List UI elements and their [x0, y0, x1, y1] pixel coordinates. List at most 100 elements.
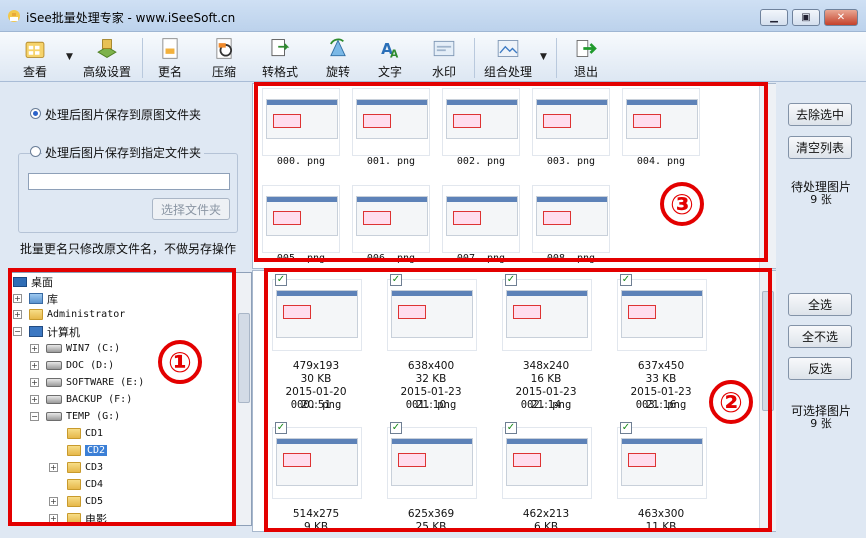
- expand-toggle[interactable]: +: [30, 361, 39, 370]
- tree-node-label: CD4: [85, 479, 104, 490]
- files-scrollbar[interactable]: [759, 271, 776, 531]
- thumbnail-image: [626, 99, 698, 139]
- expand-toggle[interactable]: +: [49, 463, 58, 472]
- toolbar-rotate-button[interactable]: 旋转: [318, 34, 358, 80]
- file-thumbnail[interactable]: [387, 427, 477, 499]
- tree-node-drive-f[interactable]: BACKUP (F:): [46, 391, 132, 408]
- pending-thumbnail[interactable]: [442, 185, 520, 253]
- tree-node-administrator[interactable]: Administrator: [29, 306, 125, 323]
- pending-thumbnail[interactable]: [532, 185, 610, 253]
- tree-node-cd3[interactable]: CD3: [67, 459, 103, 476]
- toolbar-convert-format-button[interactable]: 转格式: [256, 34, 304, 80]
- expand-toggle[interactable]: +: [49, 514, 58, 523]
- file-thumbnail[interactable]: [387, 279, 477, 351]
- collapse-toggle[interactable]: −: [13, 327, 22, 336]
- tree-node-cd2[interactable]: CD2: [67, 442, 108, 459]
- file-thumbnail[interactable]: [617, 427, 707, 499]
- toolbar-watermark-label: 水印: [431, 65, 456, 79]
- close-button[interactable]: ✕: [824, 9, 858, 26]
- tree-scrollbar-thumb[interactable]: [238, 313, 250, 403]
- pending-thumbnail[interactable]: [622, 88, 700, 156]
- combined-process-dropdown-icon[interactable]: ▼: [540, 52, 547, 62]
- file-name: 003. png: [635, 399, 687, 411]
- save-specified-radio[interactable]: [30, 146, 41, 157]
- tree-node-cd5[interactable]: CD5: [67, 493, 103, 510]
- file-thumbnail[interactable]: [502, 427, 592, 499]
- tree-node-library[interactable]: 库: [29, 290, 58, 307]
- file-bytes: 16 KB: [530, 373, 562, 385]
- pending-scrollbar[interactable]: [759, 84, 776, 268]
- maximize-button[interactable]: ▣: [792, 9, 820, 26]
- tree-node-movies[interactable]: 电影: [67, 510, 107, 525]
- file-size: 514x275: [292, 508, 340, 520]
- file-checkbox[interactable]: ✓: [390, 274, 402, 286]
- tree-node-computer[interactable]: 计算机: [29, 323, 80, 340]
- rename-note: 批量更名只修改原文件名，不做另存操作: [20, 242, 237, 256]
- file-thumbnail[interactable]: [272, 279, 362, 351]
- expand-toggle[interactable]: +: [13, 294, 22, 303]
- choose-folder-button[interactable]: 选择文件夹: [152, 198, 230, 220]
- thumbnail-image: [621, 290, 703, 338]
- file-checkbox[interactable]: ✓: [390, 422, 402, 434]
- toolbar-exit-label: 退出: [573, 65, 598, 79]
- collapse-toggle[interactable]: −: [30, 412, 39, 421]
- toolbar-advanced-settings-button[interactable]: 高级设置: [80, 34, 134, 80]
- file-checkbox[interactable]: ✓: [505, 274, 517, 286]
- expand-toggle[interactable]: +: [30, 344, 39, 353]
- tree-node-drive-d[interactable]: DOC (D:): [46, 357, 114, 374]
- file-thumbnail[interactable]: [617, 279, 707, 351]
- expand-toggle[interactable]: +: [30, 378, 39, 387]
- tree-node-drive-g[interactable]: TEMP (G:): [46, 408, 120, 425]
- pending-thumbnail[interactable]: [352, 88, 430, 156]
- file-checkbox[interactable]: ✓: [620, 422, 632, 434]
- toolbar-compress-button[interactable]: 压缩: [204, 34, 244, 80]
- file-size: 637x450: [637, 360, 685, 372]
- folder-tree: 桌面 + 库 + Administrator − 计算机 + WIN7 (C:)…: [10, 272, 252, 526]
- toolbar-text-button[interactable]: AA 文字: [370, 34, 410, 80]
- toolbar-exit-button[interactable]: 退出: [566, 34, 606, 80]
- remove-selected-button[interactable]: 去除选中: [788, 103, 852, 126]
- select-all-button[interactable]: 全选: [788, 293, 852, 316]
- file-checkbox[interactable]: ✓: [275, 274, 287, 286]
- toolbar-rename-button[interactable]: 更名: [150, 34, 190, 80]
- select-none-button[interactable]: 全不选: [788, 325, 852, 348]
- file-checkbox[interactable]: ✓: [505, 422, 517, 434]
- tree-node-drive-c[interactable]: WIN7 (C:): [46, 340, 120, 357]
- pending-file-name: 007. png: [456, 253, 506, 264]
- exit-icon: [576, 40, 597, 57]
- file-thumbnail[interactable]: [502, 279, 592, 351]
- expand-toggle[interactable]: +: [30, 395, 39, 404]
- expand-toggle[interactable]: +: [13, 310, 22, 319]
- file-thumbnail[interactable]: [272, 427, 362, 499]
- pending-thumbnail[interactable]: [262, 185, 340, 253]
- tree-node-drive-e[interactable]: SOFTWARE (E:): [46, 374, 144, 391]
- pending-thumbnail[interactable]: [532, 88, 610, 156]
- close-icon: ✕: [836, 12, 846, 23]
- pending-thumbnail[interactable]: [262, 88, 340, 156]
- file-bytes: 32 KB: [415, 373, 447, 385]
- pending-thumbnail[interactable]: [352, 185, 430, 253]
- tree-node-cd4[interactable]: CD4: [67, 476, 103, 493]
- pending-count: 9 张: [810, 193, 832, 206]
- tree-node-desktop[interactable]: 桌面: [13, 273, 53, 290]
- expand-toggle[interactable]: +: [49, 497, 58, 506]
- minimize-button[interactable]: ▁: [760, 9, 788, 26]
- toolbar-view-button[interactable]: 查看: [14, 34, 56, 80]
- text-icon: AA: [381, 40, 399, 61]
- files-scrollbar-thumb[interactable]: [762, 291, 774, 411]
- pending-label: 待处理图片: [790, 180, 851, 194]
- pending-thumbnail[interactable]: [442, 88, 520, 156]
- folder-path-input[interactable]: [28, 173, 230, 190]
- thumbnail-image: [536, 99, 608, 139]
- toolbar-watermark-button[interactable]: 水印: [424, 34, 464, 80]
- invert-selection-button[interactable]: 反选: [788, 357, 852, 380]
- tree-scrollbar[interactable]: [235, 273, 251, 525]
- selectable-count: 9 张: [810, 417, 832, 430]
- save-original-radio[interactable]: [30, 108, 41, 119]
- toolbar-combined-process-button[interactable]: 组合处理: [480, 34, 536, 80]
- file-checkbox[interactable]: ✓: [620, 274, 632, 286]
- clear-list-button[interactable]: 清空列表: [788, 136, 852, 159]
- tree-node-cd1[interactable]: CD1: [67, 425, 103, 442]
- view-dropdown-icon[interactable]: ▼: [66, 52, 73, 62]
- file-checkbox[interactable]: ✓: [275, 422, 287, 434]
